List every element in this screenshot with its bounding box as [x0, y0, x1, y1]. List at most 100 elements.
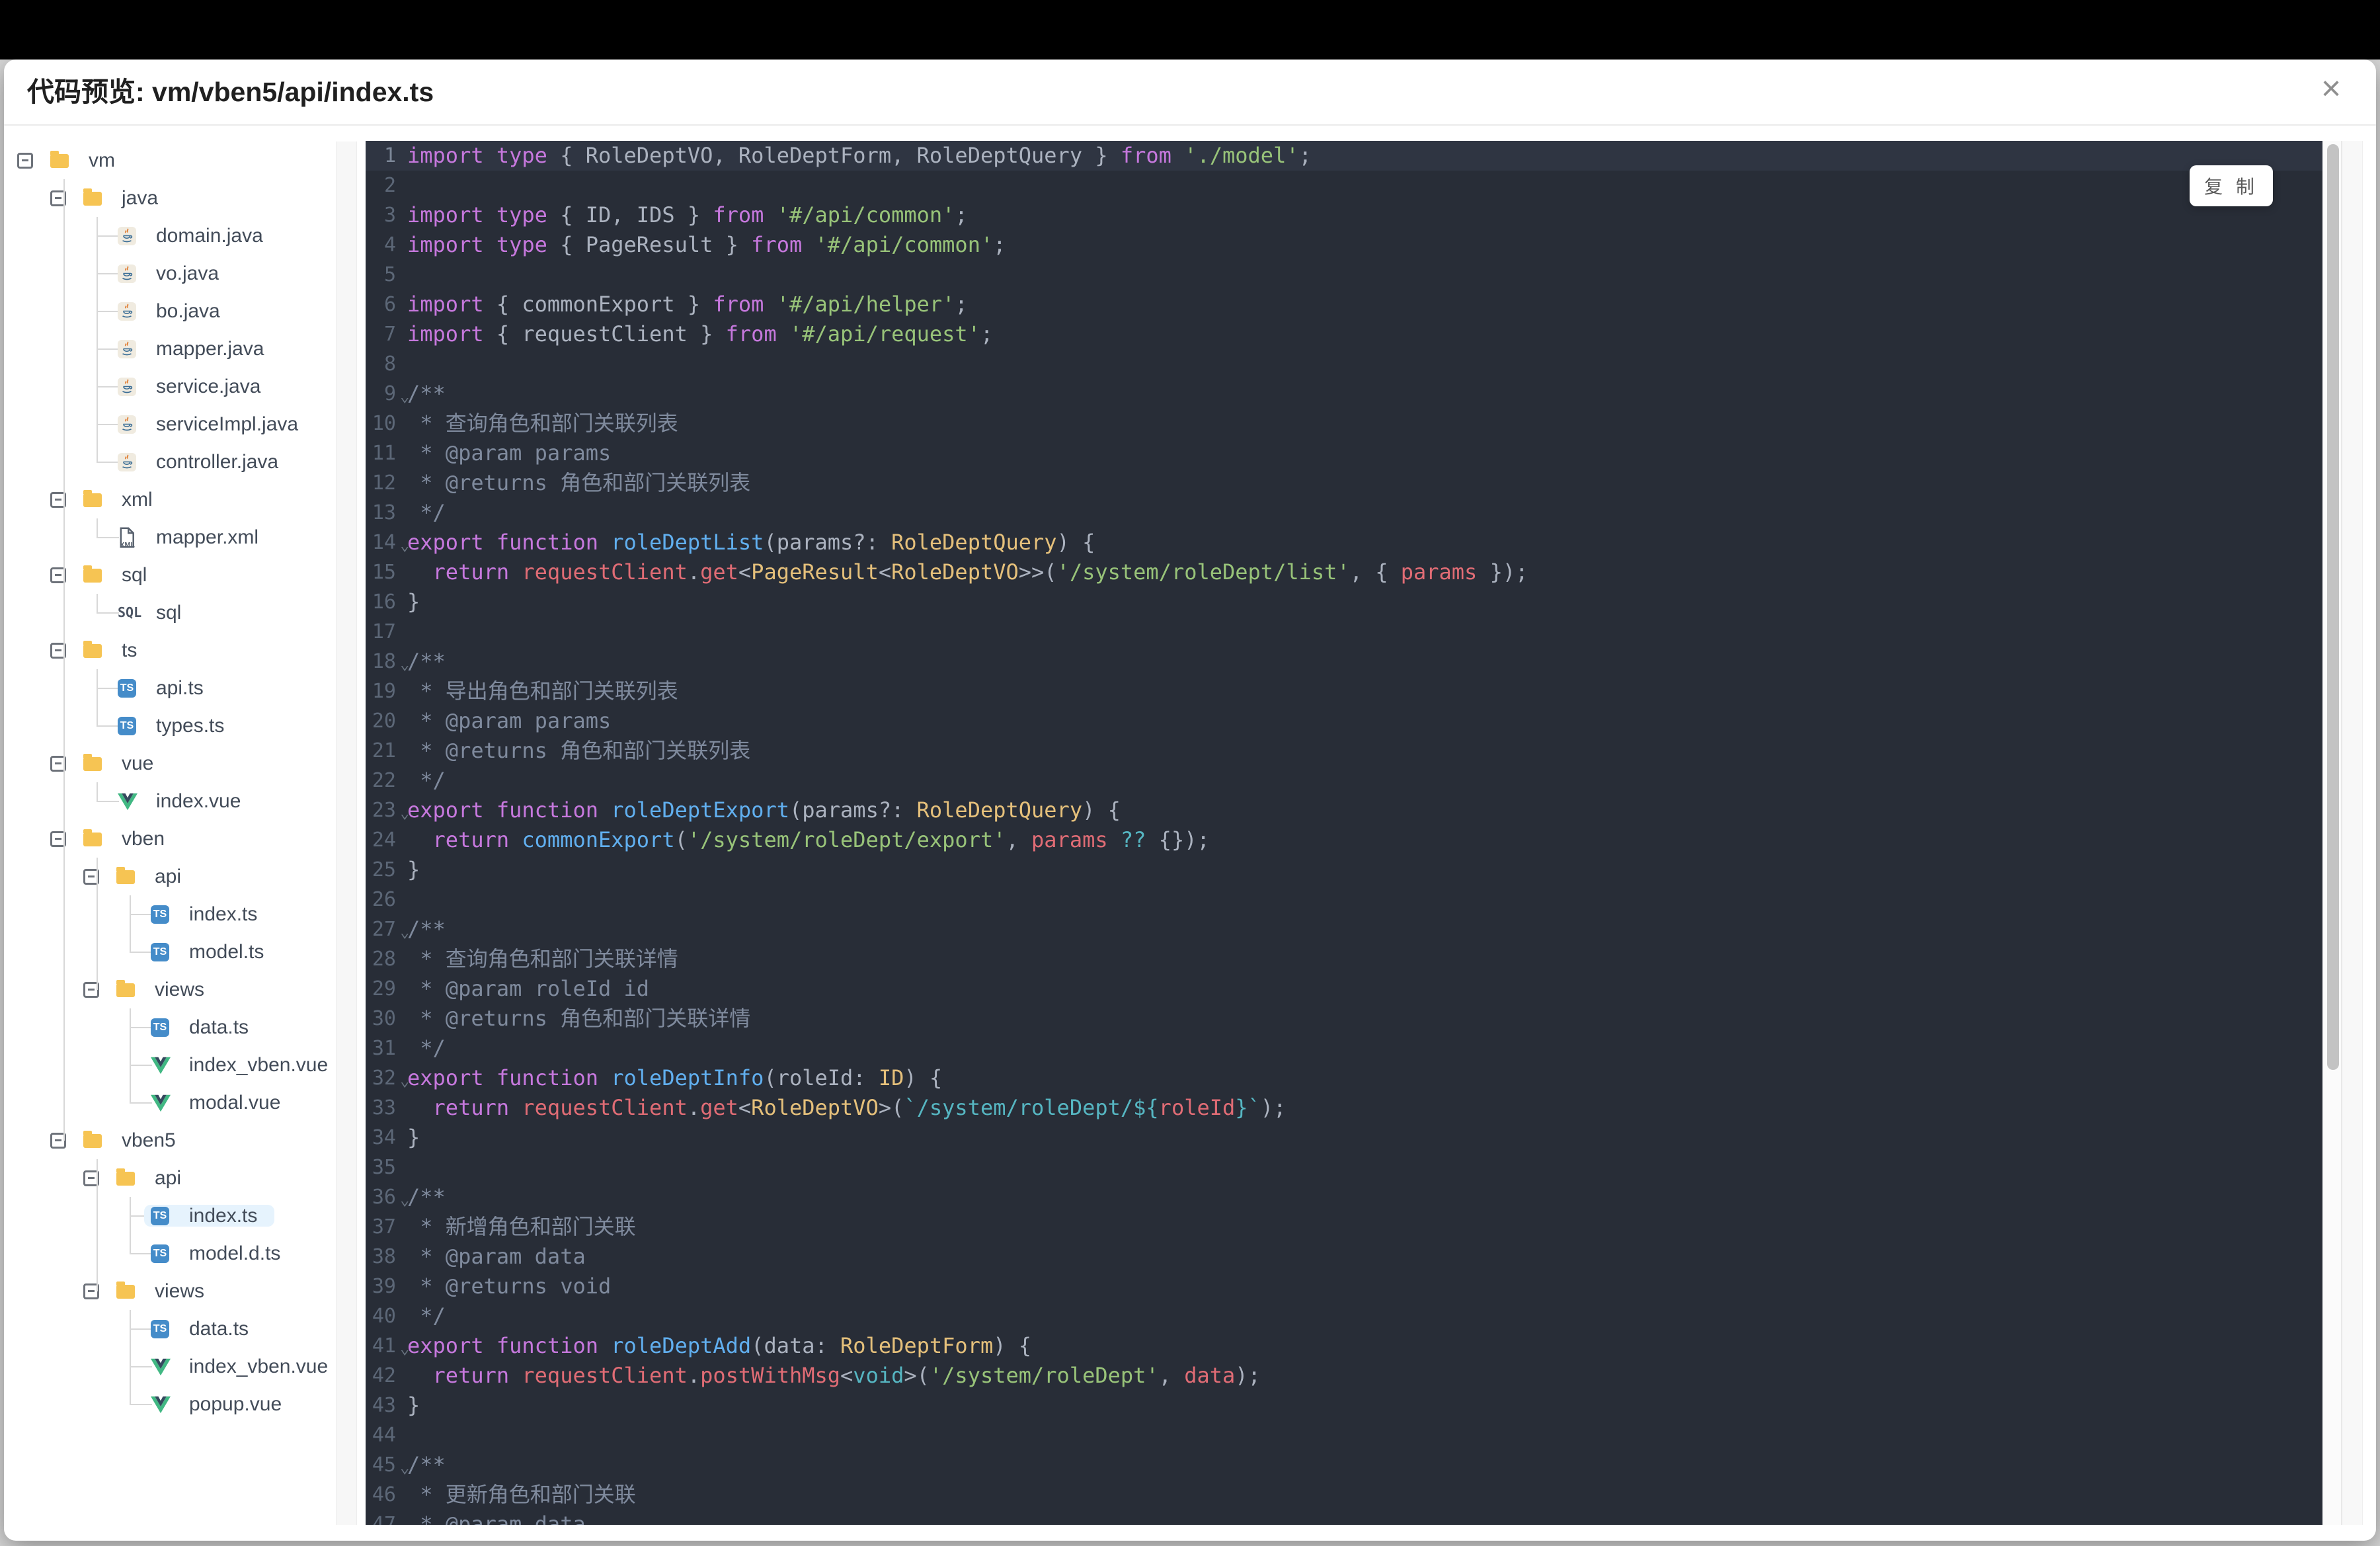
tree-node-index-vben-vue[interactable]: index_vben.vue	[4, 1046, 328, 1084]
tree-node-views[interactable]: views	[4, 1272, 204, 1310]
code-line: 10 * 查询角色和部门关联列表	[366, 409, 2322, 438]
ts-file-icon: TS	[151, 905, 169, 924]
line-number: 40	[372, 1305, 396, 1328]
tree-node-mapper-java[interactable]: mapper.java	[4, 330, 264, 368]
tree-node-index-vben-vue[interactable]: index_vben.vue	[4, 1348, 328, 1385]
tree-node-label: vben5	[122, 1129, 176, 1152]
java-file-icon	[118, 453, 136, 472]
code-line: 38 * @param data	[366, 1242, 2322, 1272]
line-number: 33	[372, 1096, 396, 1119]
line-number: 23	[372, 799, 396, 822]
code-line: 28 * 查询角色和部门关联详情	[366, 944, 2322, 974]
tree-node-bo-java[interactable]: bo.java	[4, 292, 220, 330]
tree-node-api-ts[interactable]: TS api.ts	[4, 669, 204, 707]
tree-node-label: mapper.xml	[156, 526, 259, 549]
fold-chevron-icon[interactable]: ⌄	[400, 1185, 409, 1215]
tree-node-model-d-ts[interactable]: TS model.d.ts	[4, 1235, 280, 1272]
copy-button[interactable]: 复 制	[2190, 165, 2273, 206]
vue-file-icon	[151, 1385, 171, 1423]
tree-node-service-java[interactable]: service.java	[4, 368, 260, 405]
line-number: 5	[383, 263, 396, 286]
code-line: 23 ⌄ export function roleDeptExport(params…	[366, 795, 2322, 825]
line-number: 8	[383, 352, 396, 376]
tree-node-label: index.vue	[156, 790, 241, 813]
tree-node-model-ts[interactable]: TS model.ts	[4, 933, 264, 971]
tree-node-index-ts[interactable]: TS index.ts	[4, 1197, 275, 1235]
line-number: 14	[372, 531, 396, 554]
tree-node-views[interactable]: views	[4, 971, 204, 1008]
tree-node-sql[interactable]: SQL sql	[4, 594, 181, 631]
tree-node-sql[interactable]: sql	[4, 556, 147, 594]
tree-node-java[interactable]: java	[4, 179, 158, 217]
tree-node-label: sql	[122, 564, 147, 587]
tree-node-vben5[interactable]: vben5	[4, 1121, 176, 1159]
tree-node-serviceImpl-java[interactable]: serviceImpl.java	[4, 405, 298, 443]
tree-node-label: index_vben.vue	[189, 1054, 329, 1077]
tree-node-modal-vue[interactable]: modal.vue	[4, 1084, 280, 1121]
tree-node-label: views	[155, 1280, 205, 1303]
tree-node-label: vm	[89, 149, 115, 172]
code-line: 7 import { requestClient } from '#/api/re…	[366, 319, 2322, 349]
tree-node-vm[interactable]: vm	[4, 142, 115, 179]
tree-node-data-ts[interactable]: TS data.ts	[4, 1310, 249, 1348]
code-line: 45 ⌄/**	[366, 1450, 2322, 1480]
code-line: 25}	[366, 855, 2322, 885]
tree-node-api[interactable]: api	[4, 858, 181, 895]
tree-node-popup-vue[interactable]: popup.vue	[4, 1385, 282, 1423]
tree-node-mapper-xml[interactable]: XML mapper.xml	[4, 518, 258, 556]
code-line: 13 */	[366, 498, 2322, 528]
tree-node-label: domain.java	[156, 225, 263, 247]
fold-chevron-icon[interactable]: ⌄	[400, 917, 409, 947]
fold-chevron-icon[interactable]: ⌄	[400, 798, 409, 828]
tree-node-vben[interactable]: vben	[4, 820, 165, 858]
code-scrollbar-thumb[interactable]	[2327, 144, 2339, 1070]
tree-indent-guide	[97, 669, 98, 726]
folder-icon	[83, 1130, 102, 1148]
line-number: 10	[372, 412, 396, 435]
line-number: 25	[372, 858, 396, 881]
code-line: 5	[366, 260, 2322, 290]
tree-node-types-ts[interactable]: TS types.ts	[4, 707, 224, 745]
code-line: 14 ⌄ export function roleDeptList(params?:…	[366, 528, 2322, 557]
line-number: 17	[372, 620, 396, 643]
file-tree[interactable]: vm java domain.java vo.java bo.java mapper.ja…	[4, 142, 335, 1525]
code-line: 37 * 新增角色和部门关联	[366, 1212, 2322, 1242]
collapse-toggle-icon[interactable]	[17, 152, 33, 169]
tree-node-data-ts[interactable]: TS data.ts	[4, 1008, 249, 1046]
tree-node-label: views	[155, 979, 205, 1001]
tree-node-api[interactable]: api	[4, 1159, 181, 1197]
tree-indent-guide	[97, 858, 98, 990]
tree-indent-guide	[97, 217, 98, 462]
fold-chevron-icon[interactable]: ⌄	[400, 530, 409, 560]
tree-node-xml[interactable]: xml	[4, 481, 153, 518]
fold-chevron-icon[interactable]: ⌄	[400, 649, 409, 679]
tree-node-vo-java[interactable]: vo.java	[4, 255, 219, 292]
tree-node-label: controller.java	[156, 451, 279, 473]
code-line: 32 ⌄ export function roleDeptInfo(roleId: …	[366, 1063, 2322, 1093]
tree-node-vue[interactable]: vue	[4, 745, 153, 782]
line-number: 27	[372, 918, 396, 941]
fold-chevron-icon[interactable]: ⌄	[400, 1066, 409, 1096]
tree-node-label: types.ts	[156, 715, 225, 737]
tree-node-label: bo.java	[156, 300, 220, 323]
tree-indent-guide	[97, 1159, 98, 1291]
fold-chevron-icon[interactable]: ⌄	[400, 1334, 409, 1363]
code-line: 18 ⌄/**	[366, 647, 2322, 676]
tree-node-index-vue[interactable]: index.vue	[4, 782, 241, 820]
folder-icon	[83, 188, 102, 206]
tree-node-ts[interactable]: ts	[4, 631, 137, 669]
vue-file-icon	[151, 1084, 171, 1121]
tree-node-domain-java[interactable]: domain.java	[4, 217, 263, 255]
code-line: 20 * @param params	[366, 706, 2322, 736]
close-icon[interactable]: ×	[2310, 69, 2352, 111]
fold-chevron-icon[interactable]: ⌄	[400, 382, 409, 411]
ts-file-icon: TS	[151, 1018, 169, 1037]
line-number: 1	[383, 144, 396, 167]
fold-chevron-icon[interactable]: ⌄	[400, 1453, 409, 1483]
tree-indent-guide	[130, 1008, 131, 1103]
code-editor[interactable]: 1 import type { RoleDeptVO, RoleDeptForm,…	[366, 141, 2322, 1525]
tree-node-controller-java[interactable]: controller.java	[4, 443, 278, 481]
tree-indent-guide	[130, 1197, 131, 1254]
tree-scrollbar-track	[336, 142, 357, 1525]
folder-icon	[116, 979, 135, 997]
